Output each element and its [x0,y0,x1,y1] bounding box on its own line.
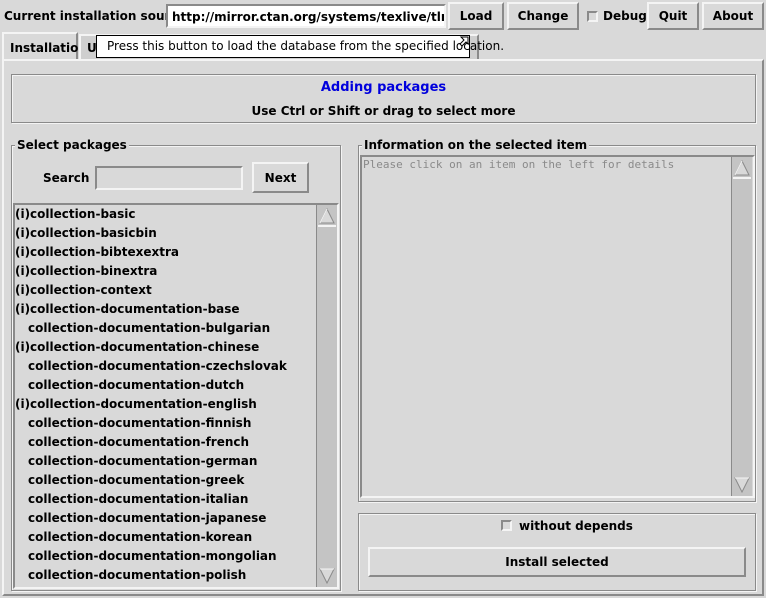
package-name: collection-documentation-finnish [28,416,252,430]
package-name: collection-documentation-dutch [28,378,245,392]
info-textarea[interactable] [360,155,755,498]
cursor-arrow-icon [459,36,469,47]
list-item[interactable]: collection-documentation-polish [15,566,315,585]
info-legend: Information on the selected item [362,138,590,152]
package-name: collection-basicbin [30,226,157,240]
scroll-thumb[interactable] [733,177,751,179]
quit-button[interactable]: Quit [647,2,699,30]
source-input[interactable]: http://mirror.ctan.org/systems/texlive/t… [166,4,446,28]
source-label: Current installation source: [4,9,191,23]
scroll-thumb[interactable] [318,225,336,227]
package-name: collection-documentation-korean [28,530,253,544]
header-title: Adding packages [320,80,447,95]
tab-label: Installation [10,41,87,55]
without-depends-label: without depends [519,519,633,533]
list-item[interactable]: (i)collection-bibtexextra [15,243,315,262]
list-item[interactable]: (i)collection-basicbin [15,224,315,243]
installed-marker: (i) [15,245,31,259]
info-placeholder: Please click on an item on the left for … [363,158,675,171]
about-button[interactable]: About [702,2,764,30]
list-item[interactable]: collection-documentation-korean [15,528,315,547]
list-item[interactable]: collection-documentation-german [15,452,315,471]
next-button[interactable]: Next [252,162,309,193]
load-button[interactable]: Load [448,2,504,30]
without-depends-checkbox[interactable] [501,520,512,531]
installed-marker: (i) [15,226,31,240]
scroll-up-icon[interactable] [318,207,336,225]
list-item[interactable]: (i)collection-documentation-english [15,395,315,414]
package-name: collection-documentation-french [28,435,250,449]
list-item[interactable]: (i)collection-documentation-chinese [15,338,315,357]
list-item[interactable]: collection-documentation-french [15,433,315,452]
installed-marker: (i) [15,302,31,316]
list-item[interactable]: collection-documentation-japanese [15,509,315,528]
package-name: collection-documentation-german [28,454,258,468]
debug-checkbox[interactable] [587,11,598,22]
package-name: collection-documentation-chinese [30,340,260,354]
tooltip-text: Press this button to load the database f… [107,39,505,53]
installed-marker: (i) [15,397,31,411]
info-scrollbar[interactable] [731,157,752,496]
tab-installation[interactable]: Installation [2,32,87,59]
package-name: collection-documentation-greek [28,473,245,487]
package-name: collection-context [30,283,152,297]
list-item[interactable]: collection-documentation-czechslovak [15,357,315,376]
package-name: collection-documentation-czechslovak [28,359,287,373]
list-item[interactable]: collection-documentation-bulgarian [15,319,315,338]
package-name: collection-documentation-base [30,302,240,316]
list-item[interactable]: collection-documentation-greek [15,471,315,490]
list-item[interactable]: collection-documentation-italian [15,490,315,509]
list-item[interactable]: (i)collection-documentation-base [15,300,315,319]
scroll-down-icon[interactable] [733,476,751,494]
installed-marker: (i) [15,264,31,278]
package-name: collection-bibtexextra [30,245,179,259]
installed-marker: (i) [15,340,31,354]
list-item[interactable]: collection-documentation-dutch [15,376,315,395]
installed-marker: (i) [15,283,31,297]
list-item[interactable]: collection-documentation-finnish [15,414,315,433]
header-subtitle: Use Ctrl or Shift or drag to select more [251,104,516,118]
package-name: collection-documentation-italian [28,492,249,506]
package-name: collection-documentation-english [30,397,257,411]
list-item[interactable]: collection-documentation-mongolian [15,547,315,566]
search-input[interactable] [95,166,243,190]
package-name: collection-documentation-japanese [28,511,267,525]
package-scrollbar[interactable] [316,205,337,587]
debug-label: Debug [603,9,647,23]
package-name: collection-documentation-mongolian [28,549,277,563]
list-item[interactable]: (i)collection-context [15,281,315,300]
change-button[interactable]: Change [507,2,579,30]
search-label: Search [43,171,90,185]
package-name: collection-basic [30,207,136,221]
list-item[interactable]: (i)collection-binextra [15,262,315,281]
scroll-up-icon[interactable] [733,159,751,177]
package-list: (i)collection-basic (i)collection-basicbi… [15,205,315,585]
package-name: collection-documentation-bulgarian [28,321,271,335]
package-name: collection-documentation-polish [28,568,247,582]
installed-marker: (i) [15,207,31,221]
package-name: collection-binextra [30,264,158,278]
install-selected-button[interactable]: Install selected [368,547,746,577]
select-packages-legend: Select packages [15,138,129,152]
list-item[interactable]: (i)collection-basic [15,205,315,224]
scroll-down-icon[interactable] [318,567,336,585]
load-tooltip: Press this button to load the database f… [96,35,504,58]
